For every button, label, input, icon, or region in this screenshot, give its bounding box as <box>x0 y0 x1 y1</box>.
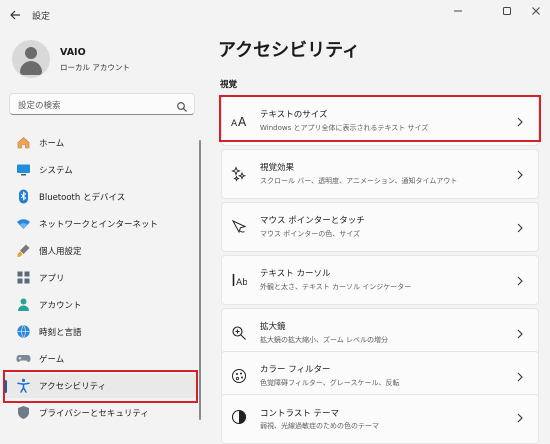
minimize-icon[interactable] <box>444 2 472 20</box>
contrast-theme-icon <box>231 409 247 425</box>
card-title: マウス ポインターとタッチ <box>260 216 365 226</box>
setting-card-text-cursor[interactable]: Ab テキスト カーソル 外観と太さ、テキスト カーソル インジケーター <box>221 255 539 305</box>
page-title: アクセシビリティ <box>218 40 361 61</box>
search-placeholder: 設定の検索 <box>18 101 61 111</box>
time-language-icon <box>16 324 31 339</box>
sidebar-item-bluetooth[interactable]: Bluetooth とデバイス <box>4 185 198 209</box>
sidebar-item-label: 時刻と言語 <box>39 328 82 338</box>
card-title: コントラスト テーマ <box>260 409 340 419</box>
sidebar-item-personalization[interactable]: 個人用設定 <box>4 239 198 263</box>
chevron-right-icon <box>516 220 524 234</box>
sidebar-item-label: システム <box>39 166 73 176</box>
svg-text:Ab: Ab <box>236 278 247 288</box>
card-subtitle: 弱視、光線過敏症のための色のテーマ <box>260 422 379 430</box>
setting-card-contrast-themes[interactable]: コントラスト テーマ 弱視、光線過敏症のための色のテーマ <box>221 394 539 444</box>
search-input[interactable]: 設定の検索 <box>9 93 195 115</box>
chevron-right-icon <box>516 326 524 340</box>
wifi-icon <box>16 216 31 231</box>
avatar <box>12 40 50 78</box>
home-icon <box>16 135 31 150</box>
card-title: テキスト カーソル <box>260 269 331 279</box>
search-icon[interactable] <box>176 98 188 112</box>
sidebar-item-label: アカウント <box>39 301 82 311</box>
card-title: 視覚効果 <box>260 163 295 173</box>
highlight-box-card <box>219 95 541 142</box>
card-subtitle: 外観と太さ、テキスト カーソル インジケーター <box>260 283 412 291</box>
profile-account-type: ローカル アカウント <box>60 63 130 72</box>
card-subtitle: 拡大鏡の拡大縮小、ズーム レベルの増分 <box>260 336 389 344</box>
sidebar-item-label: ホーム <box>39 139 65 149</box>
setting-card-mouse-pointer[interactable]: マウス ポインターとタッチ マウス ポインターの色、サイズ <box>221 202 539 252</box>
section-heading: 視覚 <box>220 80 238 90</box>
sidebar-item-system[interactable]: システム <box>4 158 198 182</box>
sidebar-item-label: プライバシーとセキュリティ <box>39 409 149 419</box>
card-title: カラー フィルター <box>260 365 331 375</box>
sidebar-item-label: ゲーム <box>39 355 65 365</box>
color-filter-icon <box>231 368 247 384</box>
magnifier-icon <box>231 325 247 341</box>
card-subtitle: マウス ポインターの色、サイズ <box>260 230 361 238</box>
card-title: 拡大鏡 <box>260 322 286 332</box>
card-subtitle: スクロール バー、透明度、アニメーション、通知タイムアウト <box>260 177 458 185</box>
chevron-right-icon <box>516 410 524 424</box>
mouse-pointer-icon <box>231 219 247 235</box>
gamepad-icon <box>16 351 31 366</box>
setting-card-visual-effects[interactable]: 視覚効果 スクロール バー、透明度、アニメーション、通知タイムアウト <box>221 149 539 199</box>
account-icon <box>16 297 31 312</box>
highlight-box-nav <box>3 370 198 403</box>
card-subtitle: 色覚障碍フィルター、グレースケール、反転 <box>260 379 400 387</box>
maximize-icon[interactable] <box>493 2 521 20</box>
bluetooth-icon <box>16 189 31 204</box>
text-cursor-icon: Ab <box>231 272 248 288</box>
app-title: 設定 <box>32 12 51 22</box>
sidebar-item-accounts[interactable]: アカウント <box>4 293 198 317</box>
sidebar-item-home[interactable]: ホーム <box>4 131 198 155</box>
visual-effects-icon <box>231 166 247 182</box>
sidebar-item-time-language[interactable]: 時刻と言語 <box>4 320 198 344</box>
sidebar-scrollbar[interactable] <box>199 140 201 420</box>
system-display-icon <box>16 162 31 177</box>
chevron-right-icon <box>516 273 524 287</box>
sidebar-item-privacy-security[interactable]: プライバシーとセキュリティ <box>4 401 198 425</box>
sidebar-item-gaming[interactable]: ゲーム <box>4 347 198 371</box>
title-bar: 設定 <box>0 0 550 30</box>
chevron-right-icon <box>516 167 524 181</box>
sidebar-item-label: Bluetooth とデバイス <box>39 193 126 203</box>
sidebar-item-label: 個人用設定 <box>39 247 82 257</box>
shield-icon <box>16 405 31 420</box>
profile-name: VAIO <box>60 47 86 58</box>
sidebar-item-apps[interactable]: アプリ <box>4 266 198 290</box>
sidebar-item-label: アプリ <box>39 274 65 284</box>
apps-icon <box>16 270 31 285</box>
sidebar-item-label: ネットワークとインターネット <box>39 220 159 230</box>
personalization-brush-icon <box>16 243 31 258</box>
close-icon[interactable] <box>522 2 550 20</box>
chevron-right-icon <box>516 369 524 383</box>
back-arrow-icon[interactable] <box>6 6 24 24</box>
sidebar-item-network[interactable]: ネットワークとインターネット <box>4 212 198 236</box>
